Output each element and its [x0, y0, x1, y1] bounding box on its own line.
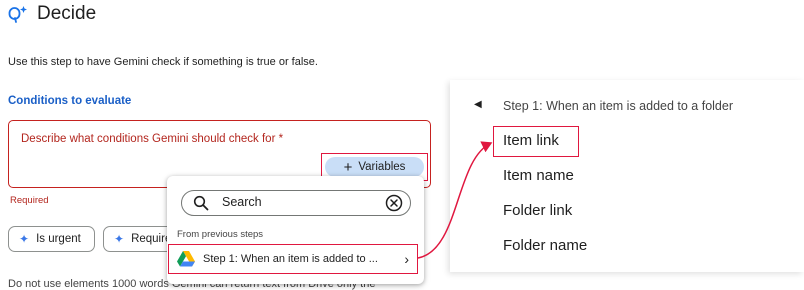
callout-arrow	[417, 141, 493, 259]
